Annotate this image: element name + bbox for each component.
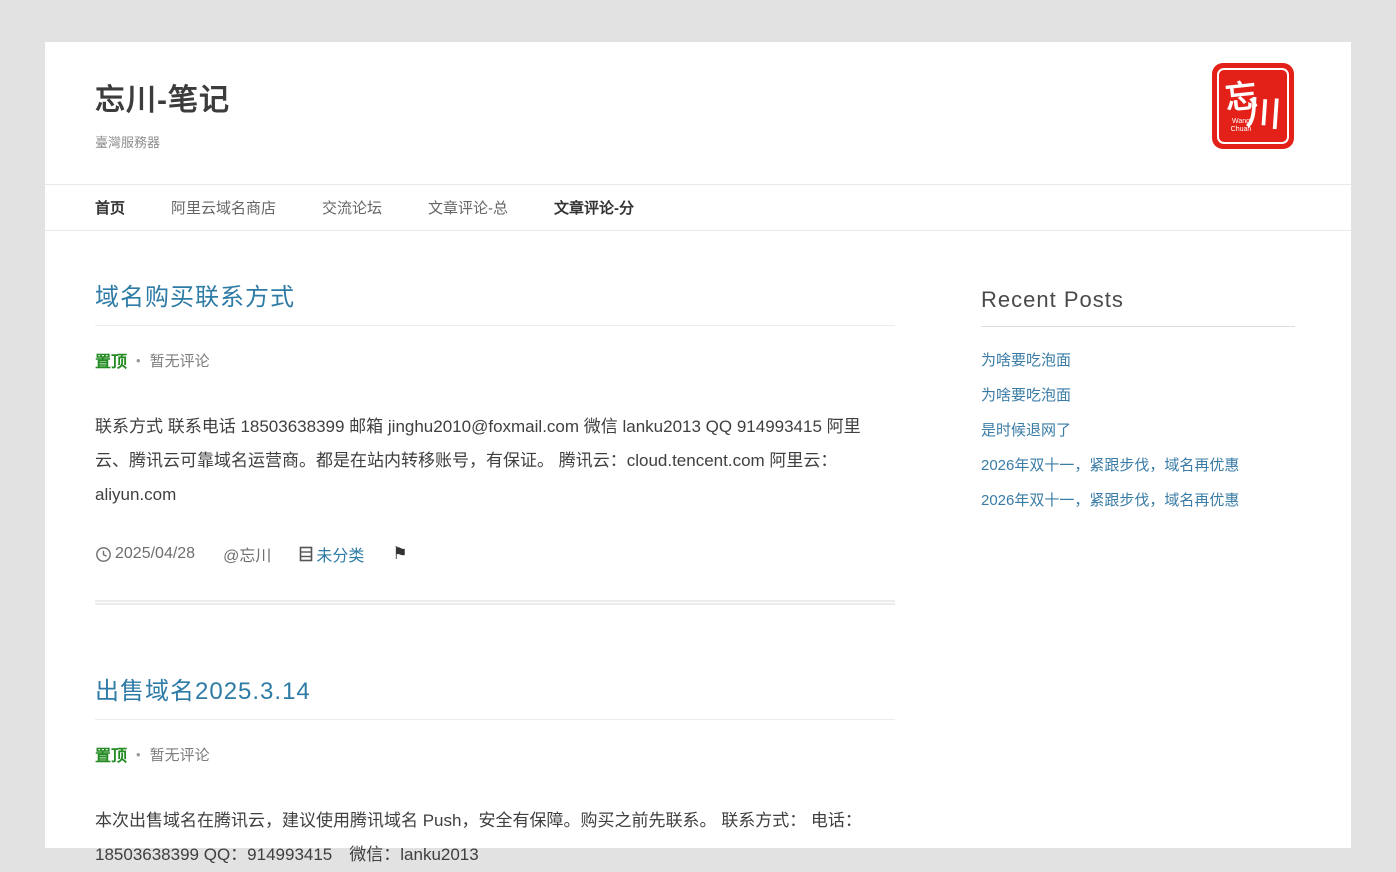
recent-post-link[interactable]: 为啥要吃泡面 bbox=[981, 352, 1071, 369]
logo-subtext: Wang Chuan bbox=[1224, 118, 1258, 134]
post-title-link[interactable]: 域名购买联系方式 bbox=[95, 277, 895, 326]
dot-separator: • bbox=[136, 747, 141, 762]
site-tagline: 臺灣服務器 bbox=[95, 132, 1295, 151]
post-date: 2025/04/28 bbox=[115, 545, 195, 563]
post-list: 域名购买联系方式 置顶 • 暂无评论 联系方式 联系电话 18503638399… bbox=[95, 277, 895, 872]
recent-post-link[interactable]: 为啥要吃泡面 bbox=[981, 387, 1071, 404]
post-body: 本次出售域名在腾讯云，建议使用腾讯域名 Push，安全有保障。购买之前先联系。 … bbox=[95, 804, 885, 872]
nav-item-home[interactable]: 首页 bbox=[95, 197, 125, 218]
list-item: 为啥要吃泡面 bbox=[981, 386, 1295, 406]
post-author-link[interactable]: @忘川 bbox=[223, 542, 271, 566]
comments-link[interactable]: 暂无评论 bbox=[150, 350, 210, 371]
post-separator bbox=[95, 600, 895, 605]
list-item: 2026年双十一，紧跟步伐，域名再优惠 bbox=[981, 491, 1295, 511]
post-category-wrap: 未分类 bbox=[299, 542, 364, 566]
post-item: 出售域名2025.3.14 置顶 • 暂无评论 本次出售域名在腾讯云，建议使用腾… bbox=[95, 671, 895, 872]
content-row: 域名购买联系方式 置顶 • 暂无评论 联系方式 联系电话 18503638399… bbox=[45, 277, 1351, 872]
site-header: 忘川-笔记 臺灣服務器 忘 川 Wang Chuan bbox=[45, 42, 1351, 184]
nav-item-aliyun-domain-shop[interactable]: 阿里云域名商店 bbox=[171, 197, 276, 218]
site-title[interactable]: 忘川-笔记 bbox=[95, 75, 230, 119]
comments-link[interactable]: 暂无评论 bbox=[150, 744, 210, 765]
flag-icon: ⚑ bbox=[392, 544, 407, 564]
nav-item-comments-total[interactable]: 文章评论-总 bbox=[428, 197, 508, 218]
post-date-wrap: 2025/04/28 bbox=[95, 545, 195, 563]
list-item: 是时候退网了 bbox=[981, 421, 1295, 441]
post-item: 域名购买联系方式 置顶 • 暂无评论 联系方式 联系电话 18503638399… bbox=[95, 277, 895, 605]
site-logo[interactable]: 忘 川 Wang Chuan bbox=[1213, 64, 1293, 148]
recent-post-link[interactable]: 2026年双十一，紧跟步伐，域名再优惠 bbox=[981, 457, 1239, 474]
post-body: 联系方式 联系电话 18503638399 邮箱 jinghu2010@foxm… bbox=[95, 410, 885, 512]
list-item: 为啥要吃泡面 bbox=[981, 351, 1295, 371]
recent-post-link[interactable]: 是时候退网了 bbox=[981, 422, 1071, 439]
sidebar: Recent Posts 为啥要吃泡面 为啥要吃泡面 是时候退网了 2026年双… bbox=[981, 277, 1295, 872]
site-card: 忘川-笔记 臺灣服務器 忘 川 Wang Chuan 首页 阿里云域名商店 交流… bbox=[45, 42, 1351, 848]
clock-icon bbox=[95, 546, 112, 563]
category-icon bbox=[299, 546, 313, 562]
recent-posts-list: 为啥要吃泡面 为啥要吃泡面 是时候退网了 2026年双十一，紧跟步伐，域名再优惠… bbox=[981, 351, 1295, 511]
recent-posts-heading: Recent Posts bbox=[981, 287, 1295, 327]
nav-item-comments-by-post[interactable]: 文章评论-分 bbox=[554, 197, 634, 218]
post-subline: 置顶 • 暂无评论 bbox=[95, 348, 895, 372]
sticky-badge: 置顶 bbox=[95, 742, 127, 766]
dot-separator: • bbox=[136, 353, 141, 368]
post-meta: 2025/04/28 @忘川 未分类 ⚑ bbox=[95, 542, 895, 566]
sticky-badge: 置顶 bbox=[95, 348, 127, 372]
list-item: 2026年双十一，紧跟步伐，域名再优惠 bbox=[981, 456, 1295, 476]
category-link[interactable]: 未分类 bbox=[316, 542, 364, 566]
nav-item-forum[interactable]: 交流论坛 bbox=[322, 197, 382, 218]
post-title-link[interactable]: 出售域名2025.3.14 bbox=[95, 671, 895, 720]
main-nav: 首页 阿里云域名商店 交流论坛 文章评论-总 文章评论-分 bbox=[45, 184, 1351, 231]
post-subline: 置顶 • 暂无评论 bbox=[95, 742, 895, 766]
recent-post-link[interactable]: 2026年双十一，紧跟步伐，域名再优惠 bbox=[981, 492, 1239, 509]
